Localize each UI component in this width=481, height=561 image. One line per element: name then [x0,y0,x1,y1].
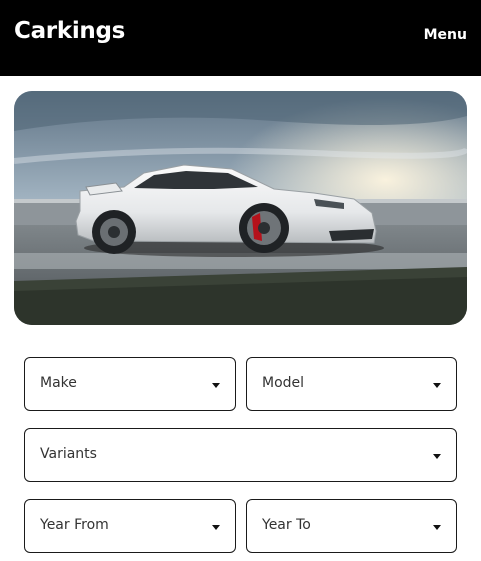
site-logo[interactable]: Carkings [14,18,125,44]
make-select-label: Make [40,375,77,391]
year-to-select[interactable]: Year To [246,499,457,553]
chevron-down-icon [433,454,441,459]
variants-select-label: Variants [40,446,97,462]
chevron-down-icon [433,525,441,530]
hero-image [14,91,467,325]
sports-car-photo [14,91,467,325]
chevron-down-icon [212,525,220,530]
year-to-select-label: Year To [262,517,311,533]
year-from-select[interactable]: Year From [24,499,236,553]
chevron-down-icon [212,383,220,388]
year-from-select-label: Year From [40,517,109,533]
make-select[interactable]: Make [24,357,236,411]
chevron-down-icon [433,383,441,388]
site-header: Carkings Menu [0,0,481,76]
model-select-label: Model [262,375,305,391]
model-select[interactable]: Model [246,357,457,411]
menu-button[interactable]: Menu [424,27,467,43]
variants-select[interactable]: Variants [24,428,457,482]
